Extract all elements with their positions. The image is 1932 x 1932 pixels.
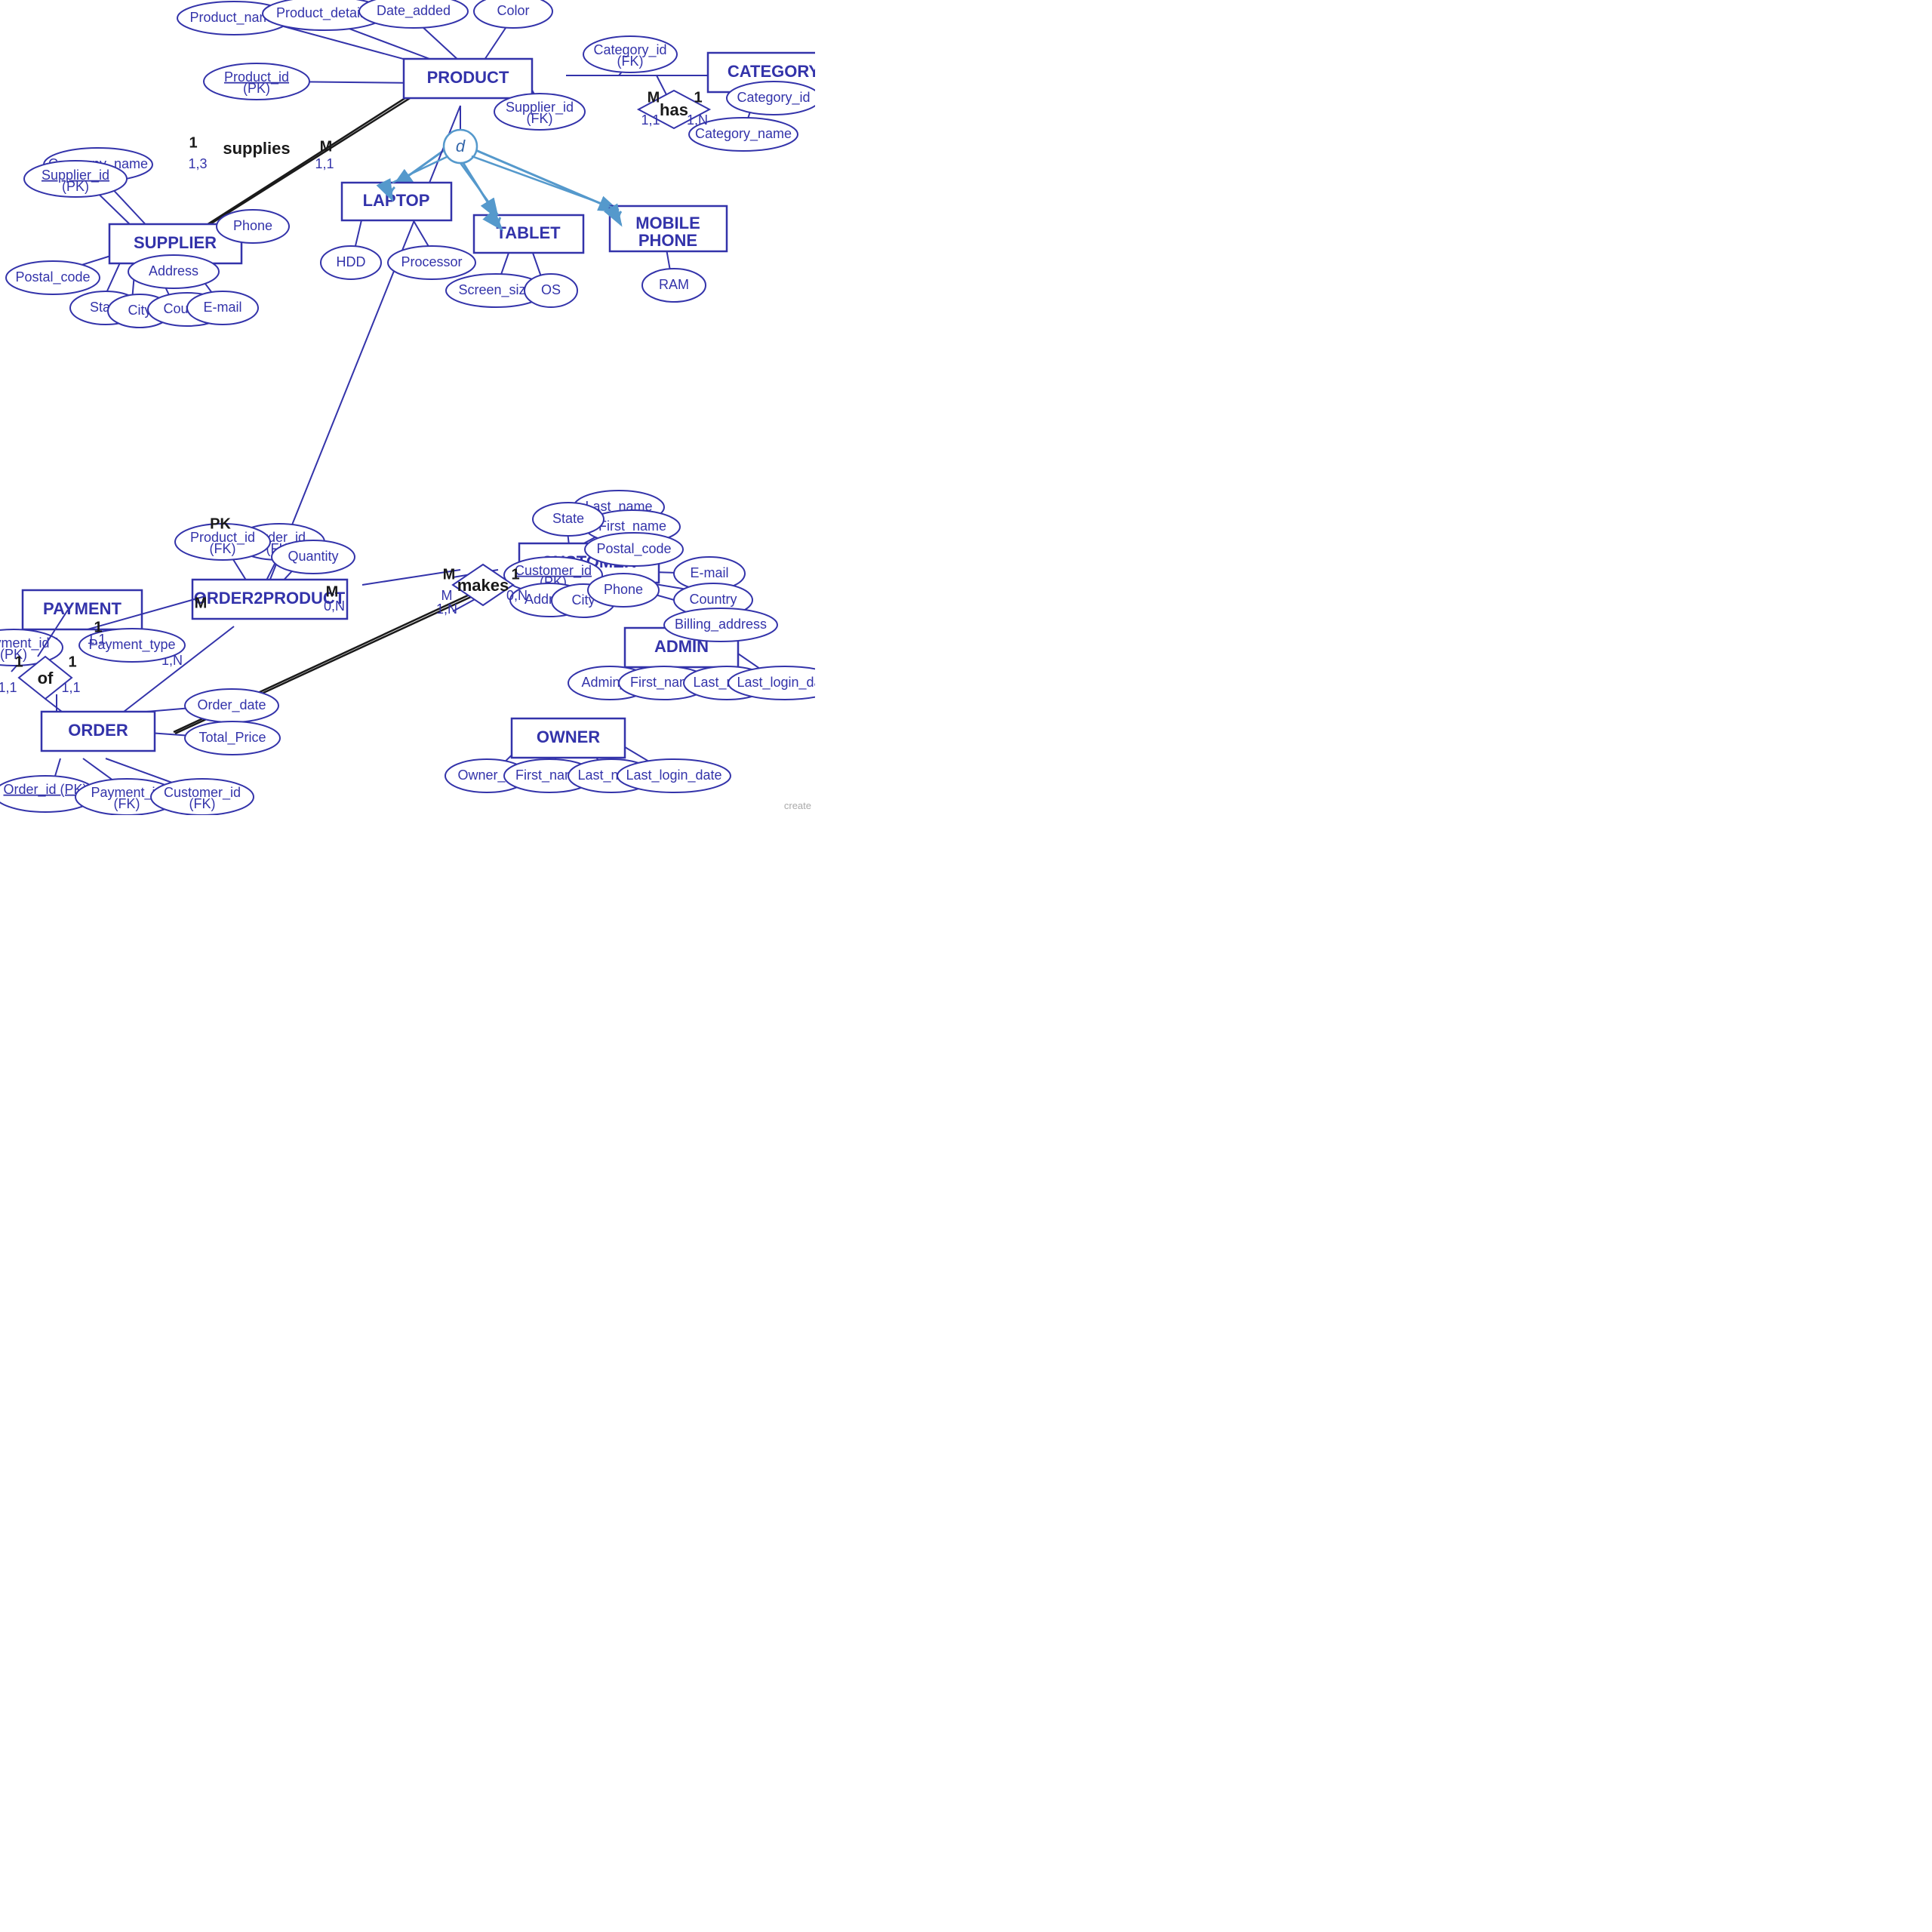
pay-card3: M (195, 595, 208, 611)
owner-label: OWNER (537, 728, 600, 746)
mobile-label2: PHONE (638, 231, 697, 250)
product-label: PRODUCT (427, 68, 509, 87)
makes-card4: M (441, 588, 453, 603)
postal-code-text: Postal_code (15, 269, 90, 285)
category-label: CATEGORY (728, 62, 815, 81)
screen-size-text: Screen_size (458, 282, 533, 298)
makes-text: makes (457, 576, 509, 595)
color-text: Color (497, 3, 529, 18)
product-details-text: Product_detaills (276, 5, 373, 21)
order2product-label: ORDER2PRODUCT (194, 589, 346, 608)
cust-email-text: E-mail (690, 565, 728, 580)
order-id-pk-text1: Order_id (PK) (3, 782, 87, 798)
product-id-text2: (PK) (243, 81, 270, 96)
processor-text: Processor (401, 254, 462, 269)
supplies-card1: 1 (189, 134, 197, 151)
supplier-label: SUPPLIER (134, 233, 217, 252)
cust-state-text: State (552, 511, 584, 526)
hdd-text: HDD (337, 254, 366, 269)
laptop-label: LAPTOP (363, 191, 430, 210)
of-card2: 1 (68, 654, 76, 670)
mobile-label1: MOBILE (635, 214, 700, 232)
cust-firstname-text: First_name (598, 518, 666, 534)
order-label: ORDER (68, 721, 128, 740)
of-card1: 1 (14, 654, 23, 670)
makes-card1: 1 (511, 566, 519, 583)
supplies-card4: 1,1 (315, 156, 334, 171)
category-fk-text2: (FK) (617, 54, 644, 69)
of-text: of (38, 669, 54, 688)
of-card4: 1,1 (61, 680, 80, 695)
payment-id-pk-text2: (PK) (0, 647, 27, 662)
has-card3: 1,1 (641, 112, 660, 128)
total-price-text: Total_Price (198, 730, 266, 746)
email-text: E-mail (203, 300, 242, 315)
supplies-card3: 1,3 (188, 156, 207, 171)
makes-card3: 0,N (506, 588, 528, 603)
supplier-fk-text2: (FK) (527, 111, 553, 126)
specialization-d: d (456, 137, 466, 155)
quantity-text: Quantity (288, 549, 338, 564)
supplies-card2: M (320, 138, 333, 155)
watermark: create (784, 800, 811, 811)
pk-label: PK (210, 515, 231, 532)
has-text: has (660, 100, 688, 119)
tablet-label: TABLET (496, 223, 561, 242)
pay-card2: 1,1 (87, 632, 106, 647)
payment-id-fk-text2: (FK) (114, 796, 140, 811)
product-id-fk-text2: (FK) (210, 541, 236, 556)
has-card1: M (648, 89, 660, 106)
payment-label: PAYMENT (43, 599, 122, 618)
category-id-text: Category_id (737, 90, 810, 106)
supplies-text: supplies (223, 139, 290, 158)
cust-country-text: Country (689, 592, 737, 607)
owner-logindate-text: Last_login_date (626, 768, 721, 783)
o2p-card2: 0,N (324, 598, 345, 614)
makes-card5: 1,N (436, 601, 457, 617)
category-name-text: Category_name (695, 126, 792, 142)
cust-phone-text: Phone (604, 582, 643, 597)
admin-logindate-text: Last_login_date (737, 675, 815, 691)
date-added-text: Date_added (377, 3, 451, 19)
cust-postal-text: Postal_code (596, 541, 671, 557)
er-diagram: PRODUCT CATEGORY SUPPLIER LAPTOP TABLET … (0, 0, 815, 815)
order-date-text: Order_date (197, 697, 266, 713)
of-card3: 1,1 (0, 680, 17, 695)
address-text: Address (149, 263, 198, 278)
has-card2: 1 (694, 89, 702, 106)
cust-billing-text: Billing_address (675, 617, 767, 632)
phone-text: Phone (233, 218, 272, 233)
supplier-id-text2: (PK) (62, 179, 89, 194)
cust-id-fk-text2: (FK) (189, 796, 216, 811)
os-text: OS (541, 282, 561, 297)
makes-card2: M (443, 566, 456, 583)
has-card4: 1,N (687, 112, 708, 128)
ram-text: RAM (659, 277, 689, 292)
